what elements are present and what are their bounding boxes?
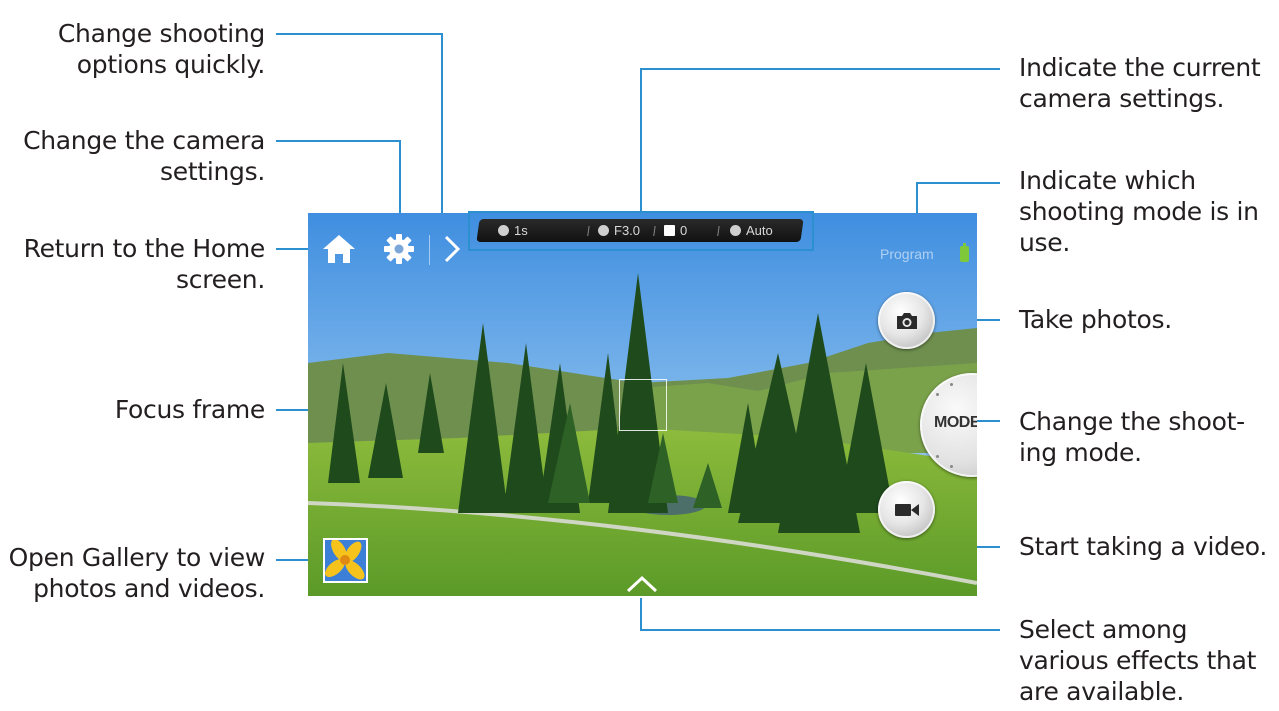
camera-viewfinder[interactable]: Program MODE (308, 213, 977, 596)
mode-dial-dot (950, 465, 953, 468)
exposure-indicator: 0 (664, 223, 687, 238)
aperture-icon (598, 225, 609, 236)
mode-dial-dot (936, 393, 939, 396)
callout-camera-settings: Change the camera settings. (23, 126, 265, 186)
leader-options (276, 33, 443, 233)
iso-icon (730, 225, 741, 236)
record-video-button[interactable] (878, 481, 935, 538)
home-icon[interactable] (322, 233, 356, 265)
aperture-value: F3.0 (614, 223, 641, 238)
callout-effects: Select among various effects that are avai… (1019, 615, 1257, 706)
iso-indicator: Auto (730, 223, 773, 238)
camera-icon (896, 312, 917, 329)
callout-take-photos: Take photos. (1019, 305, 1172, 334)
callout-shooting-mode-indicator: Indicate which shooting mode is in use. (1019, 166, 1259, 257)
flower-thumbnail-image (325, 540, 366, 581)
battery-icon (960, 243, 969, 262)
callout-home: Return to the Home screen. (23, 234, 266, 294)
focus-frame[interactable] (619, 379, 667, 431)
take-photo-button[interactable] (878, 292, 935, 349)
chevron-up-icon[interactable] (625, 574, 659, 594)
gear-icon[interactable] (383, 233, 415, 265)
shutter-speed-indicator: 1s (498, 223, 528, 238)
gallery-thumbnail[interactable] (323, 538, 368, 583)
callout-change-mode: Change the shoot-ing mode. (1019, 407, 1245, 467)
callout-focus: Focus frame (114, 395, 265, 424)
status-separator (587, 226, 590, 236)
aperture-indicator: F3.0 (598, 223, 640, 238)
callout-change-options: Change shooting options quickly. (57, 19, 265, 79)
leader-current (640, 68, 1000, 211)
chevron-right-icon[interactable] (442, 233, 462, 265)
callout-take-video: Start taking a video. (1019, 532, 1267, 561)
leader-effects (640, 598, 1000, 631)
callout-current-settings: Indicate the current camera settings. (1019, 53, 1261, 113)
exposure-value: 0 (680, 223, 688, 238)
mode-dial-dot (950, 383, 953, 386)
iso-value: Auto (746, 223, 773, 238)
current-settings-bar: 1s F3.0 0 Auto (476, 219, 804, 242)
exposure-icon (664, 225, 675, 236)
mode-button-label: MODE (934, 414, 977, 431)
toolbar-divider (429, 235, 430, 265)
callout-gallery: Open Gallery to view photos and videos. (8, 543, 266, 603)
status-separator (653, 226, 656, 236)
shutter-icon (498, 225, 509, 236)
mode-dial-dot (936, 455, 939, 458)
video-camera-icon (894, 503, 919, 516)
status-separator (717, 226, 720, 236)
shutter-speed-value: 1s (514, 223, 528, 238)
shooting-mode-indicator: Program (880, 246, 934, 262)
